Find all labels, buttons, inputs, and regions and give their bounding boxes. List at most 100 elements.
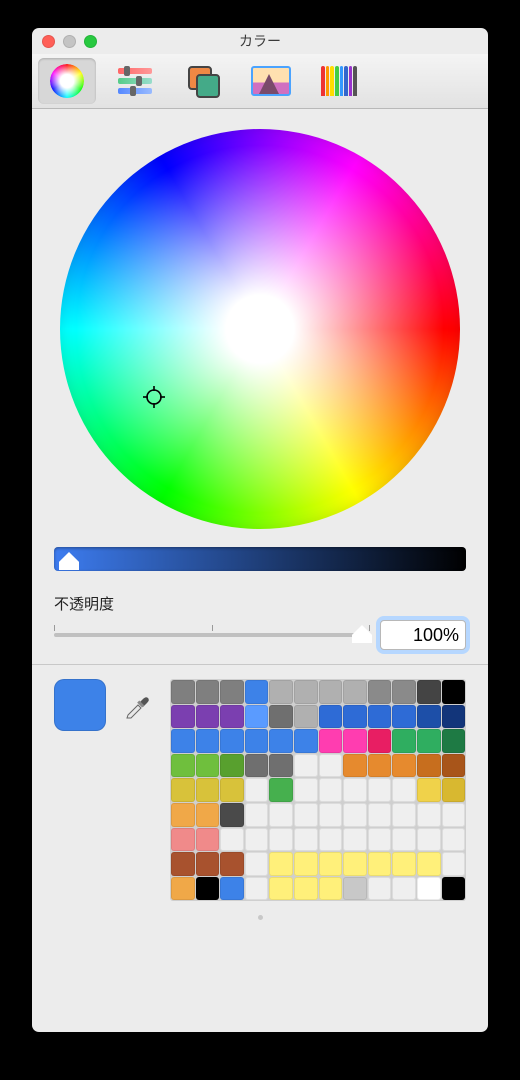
tab-pencils[interactable] [310, 58, 368, 104]
swatch[interactable] [392, 803, 416, 827]
swatch[interactable] [220, 754, 244, 778]
swatch[interactable] [269, 705, 293, 729]
swatch[interactable] [220, 828, 244, 852]
swatch[interactable] [269, 877, 293, 901]
swatch[interactable] [196, 828, 220, 852]
swatch[interactable] [196, 729, 220, 753]
swatch[interactable] [368, 705, 392, 729]
swatch[interactable] [171, 729, 195, 753]
swatch[interactable] [417, 803, 441, 827]
swatch[interactable] [368, 852, 392, 876]
swatch[interactable] [442, 828, 466, 852]
swatch[interactable] [442, 877, 466, 901]
swatch[interactable] [343, 705, 367, 729]
swatch[interactable] [294, 680, 318, 704]
current-color-well[interactable] [54, 679, 106, 731]
swatch[interactable] [417, 852, 441, 876]
swatch[interactable] [245, 828, 269, 852]
swatch[interactable] [343, 852, 367, 876]
swatch[interactable] [319, 877, 343, 901]
tab-palettes[interactable] [174, 58, 232, 104]
swatch[interactable] [442, 754, 466, 778]
swatch[interactable] [294, 754, 318, 778]
swatch[interactable] [417, 828, 441, 852]
swatch[interactable] [196, 778, 220, 802]
swatch[interactable] [245, 877, 269, 901]
swatch[interactable] [220, 852, 244, 876]
zoom-button[interactable] [84, 35, 97, 48]
swatch[interactable] [417, 754, 441, 778]
swatch[interactable] [294, 778, 318, 802]
swatch[interactable] [343, 877, 367, 901]
swatch[interactable] [442, 778, 466, 802]
swatch[interactable] [269, 680, 293, 704]
swatch[interactable] [245, 680, 269, 704]
swatch[interactable] [171, 828, 195, 852]
swatch[interactable] [269, 852, 293, 876]
swatch[interactable] [392, 680, 416, 704]
swatch[interactable] [171, 852, 195, 876]
swatch[interactable] [245, 729, 269, 753]
swatch[interactable] [220, 877, 244, 901]
swatch[interactable] [442, 705, 466, 729]
swatch[interactable] [368, 729, 392, 753]
wheel-reticle[interactable] [143, 386, 165, 408]
swatch[interactable] [294, 729, 318, 753]
swatch[interactable] [269, 729, 293, 753]
swatch[interactable] [196, 754, 220, 778]
swatch[interactable] [245, 754, 269, 778]
swatch[interactable] [196, 705, 220, 729]
swatch[interactable] [171, 803, 195, 827]
color-wheel[interactable] [60, 129, 460, 529]
swatch[interactable] [196, 803, 220, 827]
brightness-slider[interactable] [54, 547, 466, 571]
swatch[interactable] [245, 852, 269, 876]
swatch[interactable] [392, 828, 416, 852]
swatch[interactable] [417, 877, 441, 901]
swatch[interactable] [392, 705, 416, 729]
opacity-slider[interactable] [54, 633, 370, 637]
swatch[interactable] [417, 680, 441, 704]
swatch[interactable] [220, 803, 244, 827]
swatch[interactable] [392, 778, 416, 802]
swatch[interactable] [392, 852, 416, 876]
swatch[interactable] [245, 803, 269, 827]
swatch[interactable] [171, 778, 195, 802]
swatch[interactable] [220, 778, 244, 802]
swatch[interactable] [368, 803, 392, 827]
swatch[interactable] [171, 680, 195, 704]
swatch[interactable] [319, 803, 343, 827]
tab-color-wheel[interactable] [38, 58, 96, 104]
swatch[interactable] [368, 828, 392, 852]
minimize-button[interactable] [63, 35, 76, 48]
swatch[interactable] [294, 705, 318, 729]
swatch[interactable] [319, 754, 343, 778]
swatch[interactable] [442, 852, 466, 876]
swatch[interactable] [368, 680, 392, 704]
swatch[interactable] [319, 729, 343, 753]
swatch[interactable] [269, 803, 293, 827]
resize-handle[interactable] [240, 915, 280, 921]
swatch[interactable] [392, 877, 416, 901]
swatch[interactable] [319, 828, 343, 852]
swatch[interactable] [319, 680, 343, 704]
swatch[interactable] [343, 803, 367, 827]
tab-image[interactable] [242, 58, 300, 104]
tab-sliders[interactable] [106, 58, 164, 104]
swatch[interactable] [171, 705, 195, 729]
swatch[interactable] [294, 852, 318, 876]
swatch[interactable] [392, 729, 416, 753]
swatch[interactable] [294, 828, 318, 852]
swatch[interactable] [442, 803, 466, 827]
brightness-thumb[interactable] [59, 552, 79, 570]
swatch[interactable] [343, 680, 367, 704]
swatch[interactable] [343, 729, 367, 753]
swatch[interactable] [196, 680, 220, 704]
opacity-input[interactable] [380, 620, 466, 650]
swatch[interactable] [171, 877, 195, 901]
swatch[interactable] [319, 778, 343, 802]
swatch[interactable] [294, 877, 318, 901]
eyedropper-button[interactable] [118, 679, 158, 731]
swatch[interactable] [245, 705, 269, 729]
swatch[interactable] [220, 680, 244, 704]
